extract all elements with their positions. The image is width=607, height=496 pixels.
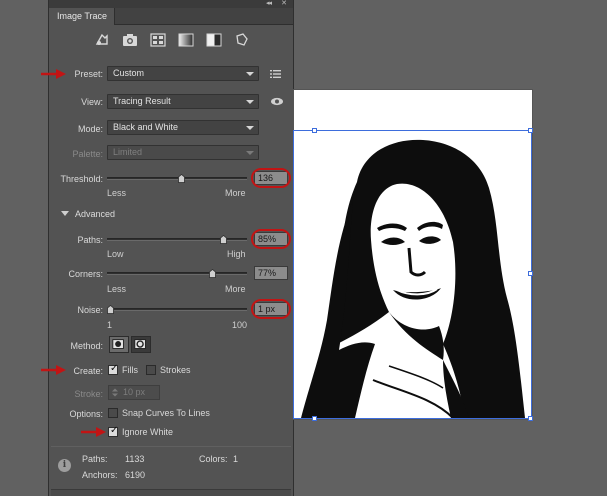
outline-icon[interactable]: [233, 31, 251, 49]
paths-count-value: 1133: [125, 454, 145, 464]
chevron-down-icon: [246, 100, 254, 104]
view-value: Tracing Result: [113, 96, 171, 106]
stepper-icon: [111, 388, 119, 397]
palette-label: Palette:: [72, 149, 103, 159]
options-label: Options:: [69, 409, 103, 419]
advanced-section-toggle[interactable]: Advanced: [61, 209, 115, 219]
noise-highlight-ring: [251, 299, 291, 319]
corners-slider-knob[interactable]: [209, 269, 216, 278]
noise-min-label: 1: [107, 320, 113, 330]
paths-slider-knob[interactable]: [220, 235, 227, 244]
method-buttons: [109, 336, 153, 354]
noise-slider[interactable]: [107, 305, 247, 314]
ignore-white-checkbox[interactable]: ✓: [108, 425, 119, 437]
method-label: Method:: [70, 341, 103, 351]
high-color-icon[interactable]: [121, 31, 139, 49]
panel-titlebar[interactable]: ◂◂ ✕: [49, 0, 293, 8]
threshold-slider[interactable]: [107, 174, 247, 183]
snap-curves-label: Snap Curves To Lines: [122, 408, 210, 418]
ignore-white-label: Ignore White: [122, 427, 174, 437]
corners-value-field[interactable]: 77%: [254, 266, 288, 280]
strokes-checkbox[interactable]: [146, 365, 156, 375]
threshold-highlight-ring: [251, 168, 291, 188]
selection-handle[interactable]: [528, 416, 533, 421]
chevron-down-icon: [246, 72, 254, 76]
palette-dropdown: Limited: [107, 145, 259, 160]
selection-handle[interactable]: [528, 128, 533, 133]
colors-count-label: Colors:: [199, 454, 228, 464]
panel-tabstrip: Image Trace: [49, 8, 293, 25]
preset-dropdown[interactable]: Custom: [107, 66, 259, 81]
view-label: View:: [81, 97, 103, 107]
paths-slider[interactable]: [107, 235, 247, 244]
anchors-count-label: Anchors:: [82, 470, 118, 480]
auto-color-icon[interactable]: [93, 31, 111, 49]
paths-count-label: Paths:: [82, 454, 108, 464]
black-and-white-icon[interactable]: [205, 31, 223, 49]
selection-handle[interactable]: [312, 416, 317, 421]
corners-label: Corners:: [68, 269, 103, 279]
fills-label: Fills: [122, 365, 138, 375]
overlapping-method-icon[interactable]: [131, 336, 151, 353]
paths-low-label: Low: [107, 249, 124, 259]
disclosure-triangle-icon: [61, 211, 69, 216]
manage-presets-icon[interactable]: [270, 68, 282, 80]
threshold-more-label: More: [225, 188, 246, 198]
noise-max-label: 100: [232, 320, 248, 330]
divider: [51, 446, 291, 447]
stroke-width-field: 10 px: [108, 385, 160, 400]
selection-bounding-box[interactable]: [293, 130, 532, 419]
checkmark-icon: ✓: [110, 363, 119, 374]
threshold-slider-knob[interactable]: [178, 174, 185, 183]
checkmark-icon: ✓: [110, 425, 119, 436]
eye-icon[interactable]: [270, 97, 284, 106]
preset-value: Custom: [113, 68, 145, 78]
colors-count-value: 1: [233, 454, 239, 464]
noise-label: Noise:: [77, 305, 103, 315]
fills-checkbox[interactable]: ✓: [108, 363, 119, 375]
selection-handle[interactable]: [528, 271, 533, 276]
stroke-label: Stroke:: [74, 389, 103, 399]
mode-label: Mode:: [77, 124, 103, 134]
annotation-arrow-icon: [40, 364, 68, 376]
mode-value: Black and White: [113, 122, 179, 132]
chevron-down-icon: [246, 151, 254, 155]
anchors-count-value: 6190: [125, 470, 146, 480]
strokes-label: Strokes: [160, 365, 191, 375]
palette-value: Limited: [113, 147, 143, 157]
corners-slider[interactable]: [107, 269, 247, 278]
selection-handle[interactable]: [312, 128, 317, 133]
view-dropdown[interactable]: Tracing Result: [107, 94, 259, 109]
chevron-down-icon: [246, 126, 254, 130]
threshold-label: Threshold:: [60, 174, 103, 184]
close-panel-icon[interactable]: ✕: [281, 0, 287, 7]
abutting-method-icon[interactable]: [109, 336, 129, 353]
threshold-less-label: Less: [107, 188, 127, 198]
stroke-width-value: 10 px: [123, 387, 146, 397]
mode-dropdown[interactable]: Black and White: [107, 120, 259, 135]
corners-more-label: More: [225, 284, 246, 294]
tab-image-trace[interactable]: Image Trace: [49, 8, 115, 25]
annotation-arrow-icon: [80, 426, 108, 438]
low-color-icon[interactable]: [149, 31, 167, 49]
info-icon: i: [58, 459, 71, 472]
corners-less-label: Less: [107, 284, 127, 294]
paths-high-label: High: [227, 249, 246, 259]
image-trace-panel: ◂◂ ✕ Image Trace Preset: Custom View: Tr…: [48, 0, 294, 496]
collapse-panel-icon[interactable]: ◂◂: [266, 0, 272, 7]
paths-highlight-ring: [251, 229, 291, 249]
snap-curves-checkbox[interactable]: [108, 408, 118, 418]
grayscale-icon[interactable]: [177, 31, 195, 49]
preset-buttons-row: [49, 31, 293, 51]
advanced-label: Advanced: [75, 209, 116, 219]
paths-label: Paths:: [77, 235, 103, 245]
panel-footer: [51, 489, 291, 496]
annotation-arrow-icon: [40, 68, 68, 80]
noise-slider-knob[interactable]: [107, 305, 114, 314]
